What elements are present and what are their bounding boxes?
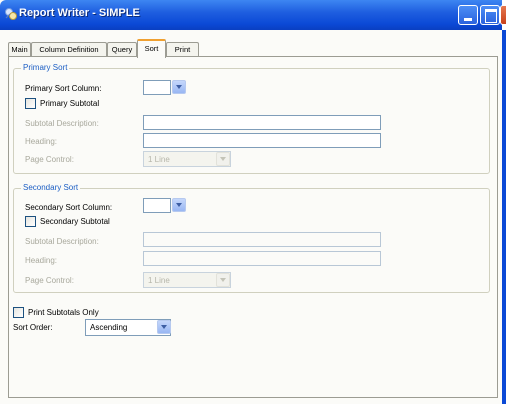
secondary-subtotal-checkbox[interactable] <box>25 216 36 227</box>
maximize-button[interactable] <box>480 5 500 25</box>
chevron-down-icon[interactable] <box>216 152 230 166</box>
print-subtotals-only-label: Print Subtotals Only <box>28 308 99 317</box>
primary-subtotal-description-label: Subtotal Description: <box>25 119 99 128</box>
secondary-subtotal-description-label: Subtotal Description: <box>25 237 99 246</box>
primary-heading-label: Heading: <box>25 137 58 146</box>
primary-sort-legend: Primary Sort <box>21 63 70 72</box>
primary-page-control-value: 1 Line <box>148 155 170 164</box>
tab-sort[interactable]: Sort <box>137 39 166 58</box>
tab-query[interactable]: Query <box>107 42 137 57</box>
secondary-heading-label: Heading: <box>25 256 58 265</box>
tab-column-definition[interactable]: Column Definition <box>31 42 107 57</box>
primary-sort-column-select[interactable] <box>143 80 171 95</box>
primary-subtotal-description-input[interactable] <box>143 115 381 130</box>
title-bar[interactable]: Report Writer - SIMPLE <box>0 0 506 30</box>
secondary-page-control-value: 1 Line <box>148 276 170 285</box>
primary-sort-column-label: Primary Sort Column: <box>25 84 102 93</box>
window-border <box>502 30 506 404</box>
primary-page-control-label: Page Control: <box>25 155 74 164</box>
report-writer-app-icon <box>5 8 17 20</box>
secondary-sort-column-label: Secondary Sort Column: <box>25 203 113 212</box>
print-subtotals-only-checkbox[interactable] <box>13 307 24 318</box>
window-title: Report Writer - SIMPLE <box>19 7 140 19</box>
secondary-heading-input[interactable] <box>143 251 381 266</box>
chevron-down-icon[interactable] <box>157 320 171 334</box>
chevron-down-icon[interactable] <box>172 198 186 212</box>
primary-heading-input[interactable] <box>143 133 381 148</box>
sort-order-label: Sort Order: <box>13 323 53 332</box>
sort-order-value: Ascending <box>90 323 128 332</box>
secondary-subtotal-description-input[interactable] <box>143 232 381 247</box>
close-button[interactable] <box>500 5 506 25</box>
report-writer-window: Report Writer - SIMPLE Main Column Defin… <box>0 0 506 404</box>
primary-subtotal-checkbox[interactable] <box>25 98 36 109</box>
primary-subtotal-label: Primary Subtotal <box>40 99 100 108</box>
secondary-subtotal-label: Secondary Subtotal <box>40 217 110 226</box>
chevron-down-icon[interactable] <box>172 80 186 94</box>
tab-print[interactable]: Print <box>166 42 199 57</box>
chevron-down-icon[interactable] <box>216 273 230 287</box>
tab-main[interactable]: Main <box>8 42 31 57</box>
minimize-button[interactable] <box>458 5 478 25</box>
secondary-sort-legend: Secondary Sort <box>21 183 81 192</box>
secondary-page-control-label: Page Control: <box>25 276 74 285</box>
secondary-sort-column-select[interactable] <box>143 198 171 213</box>
